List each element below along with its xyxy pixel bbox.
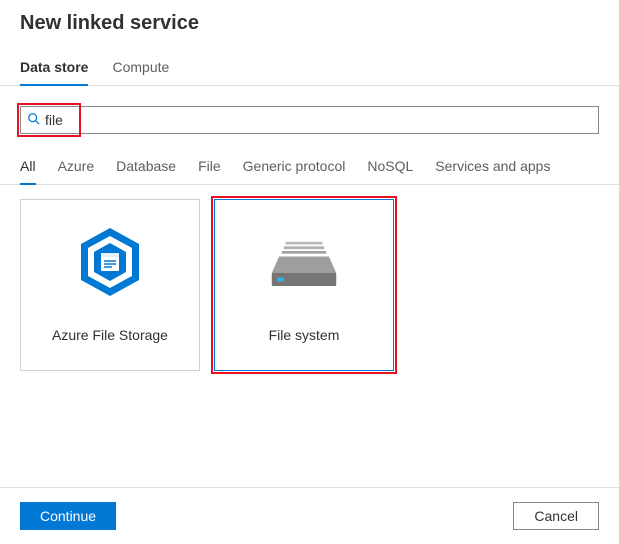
search-box[interactable]: [20, 106, 599, 134]
filter-tab-nosql[interactable]: NoSQL: [367, 152, 413, 184]
search-icon: [27, 112, 41, 129]
search-input[interactable]: [41, 112, 592, 128]
primary-tabs: Data store Compute: [0, 51, 619, 86]
continue-button[interactable]: Continue: [20, 502, 116, 530]
page-title: New linked service: [20, 12, 599, 35]
footer: Continue Cancel: [0, 487, 619, 544]
tab-compute[interactable]: Compute: [112, 51, 169, 85]
card-label: File system: [269, 327, 340, 343]
tab-data-store[interactable]: Data store: [20, 51, 88, 85]
card-file-system[interactable]: File system: [214, 199, 394, 371]
card-label: Azure File Storage: [52, 327, 168, 343]
filter-tab-all[interactable]: All: [20, 152, 36, 184]
filter-tab-database[interactable]: Database: [116, 152, 176, 184]
filter-tab-services-and-apps[interactable]: Services and apps: [435, 152, 550, 184]
filter-tab-generic-protocol[interactable]: Generic protocol: [243, 152, 346, 184]
azure-file-storage-icon: [75, 227, 145, 297]
filter-tab-azure[interactable]: Azure: [58, 152, 95, 184]
filter-tabs: All Azure Database File Generic protocol…: [0, 152, 619, 185]
card-azure-file-storage[interactable]: Azure File Storage: [20, 199, 200, 371]
cancel-button[interactable]: Cancel: [513, 502, 599, 530]
filter-tab-file[interactable]: File: [198, 152, 221, 184]
file-system-icon: [269, 227, 339, 297]
